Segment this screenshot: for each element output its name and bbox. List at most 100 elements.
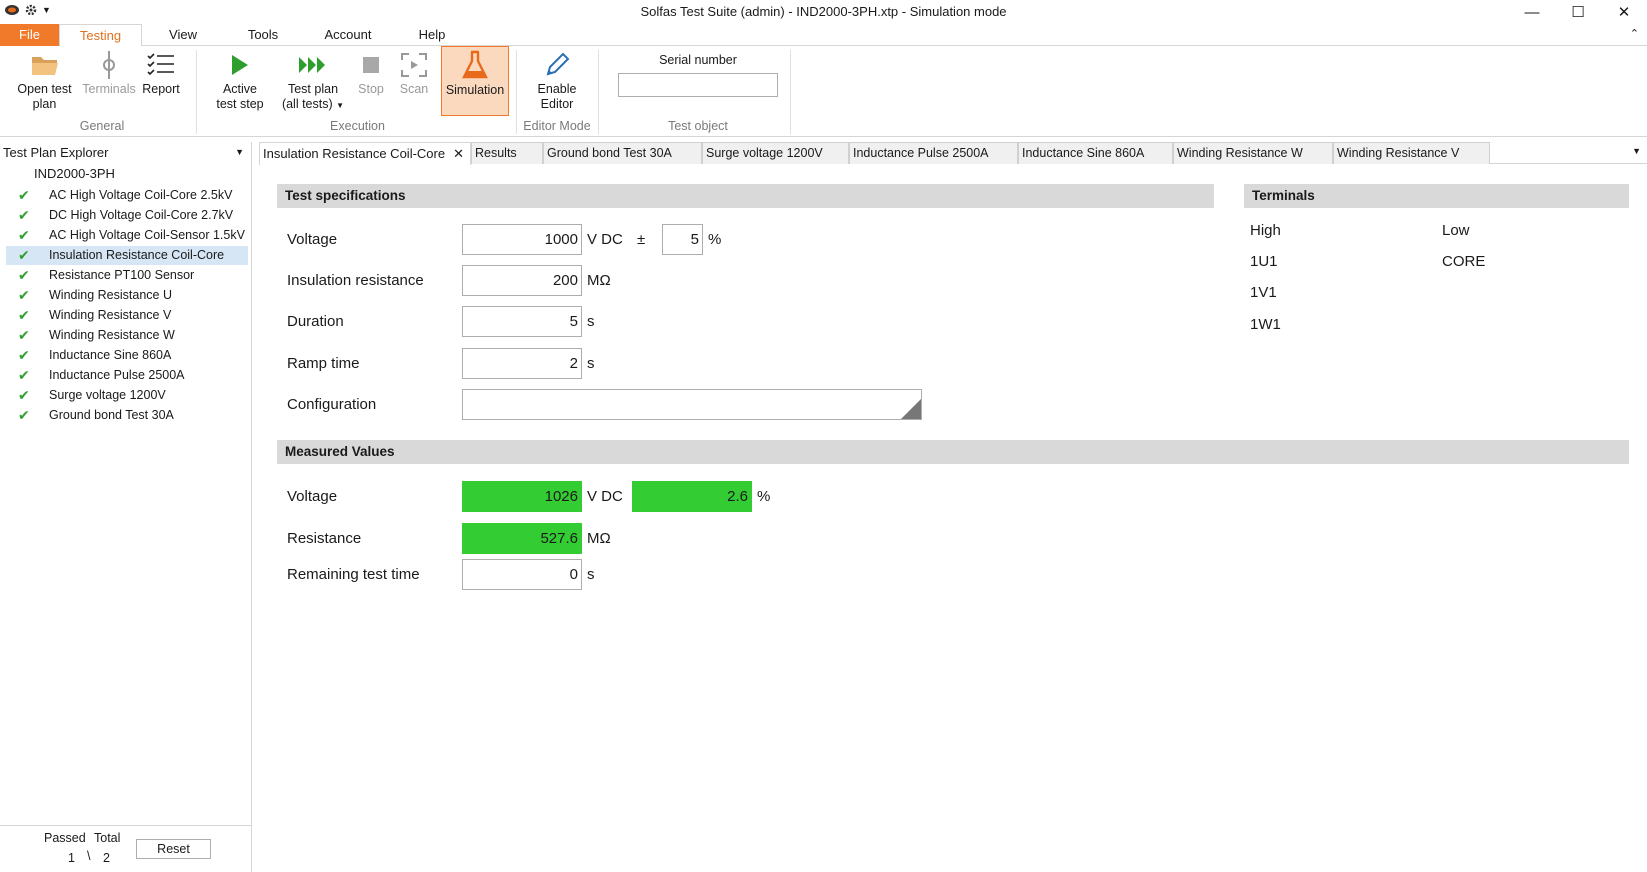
active-test-step-button[interactable]: Active test step [210, 48, 270, 116]
stop-button[interactable]: Stop [355, 48, 387, 116]
group-test-object-label: Test object [668, 119, 728, 133]
passed-count: 1 [68, 851, 75, 865]
doc-tab-inductance-sine[interactable]: Inductance Sine 860A [1018, 142, 1173, 164]
terminal-high-2: 1V1 [1250, 284, 1277, 301]
tree-item-label: Winding Resistance V [49, 308, 172, 322]
title-bar: ▼ Solfas Test Suite (admin) - IND2000-3P… [0, 0, 1647, 24]
ramp-time-input[interactable]: 2 [462, 348, 582, 379]
doc-tab-inductance-pulse[interactable]: Inductance Pulse 2500A [849, 142, 1018, 164]
test-plan-all-button[interactable]: Test plan (all tests) ▼ [278, 48, 348, 116]
reset-button[interactable]: Reset [136, 839, 211, 859]
enable-editor-label-1: Enable [537, 82, 577, 96]
total-count: 2 [103, 851, 110, 865]
close-tab-icon[interactable]: ✕ [453, 143, 464, 164]
doc-tab-winding-w[interactable]: Winding Resistance W [1173, 142, 1333, 164]
tree-item[interactable]: ✔ Winding Resistance W [6, 326, 248, 345]
doc-tab-results[interactable]: Results [471, 142, 543, 164]
tree-root[interactable]: IND2000-3PH [34, 166, 115, 181]
test-plan-label-1: Test plan [287, 82, 339, 96]
checkmark-icon: ✔ [18, 407, 30, 423]
pen-icon [543, 48, 571, 82]
tree-item[interactable]: ✔ Inductance Pulse 2500A [6, 366, 248, 385]
checkmark-icon: ✔ [18, 267, 30, 283]
minimize-button[interactable]: — [1509, 0, 1555, 24]
close-window-button[interactable]: ✕ [1601, 0, 1647, 24]
tree-item[interactable]: ✔ AC High Voltage Coil-Sensor 1.5kV [6, 226, 248, 245]
insulation-resistance-label: Insulation resistance [287, 272, 424, 289]
checkmark-icon: ✔ [18, 387, 30, 403]
checkmark-icon: ✔ [18, 347, 30, 363]
test-specifications-header: Test specifications [277, 184, 1214, 208]
terminal-low-1: CORE [1442, 253, 1486, 270]
tolerance-input[interactable]: 5 [662, 224, 703, 255]
tree-item[interactable]: ✔ Insulation Resistance Coil-Core [6, 246, 248, 265]
explorer-header[interactable]: Test Plan Explorer ▼ [3, 145, 248, 160]
insulation-resistance-unit: MΩ [587, 272, 611, 289]
tree-item[interactable]: ✔ DC High Voltage Coil-Core 2.7kV [6, 206, 248, 225]
simulation-button[interactable]: Simulation [441, 46, 509, 116]
tree-item-label: AC High Voltage Coil-Sensor 1.5kV [49, 228, 245, 242]
total-label: Total [94, 831, 121, 845]
tree-item[interactable]: ✔ Ground bond Test 30A [6, 406, 248, 425]
report-button[interactable]: Report [140, 48, 182, 116]
tree-item-label: Ground bond Test 30A [49, 408, 174, 422]
enable-editor-label-2: Editor [540, 97, 574, 111]
tab-help[interactable]: Help [410, 24, 454, 46]
terminal-plug-icon [101, 48, 117, 82]
tab-testing[interactable]: Testing [59, 24, 142, 47]
insulation-resistance-input[interactable]: 200 [462, 265, 582, 296]
test-step-content: Test specifications Voltage 1000 V DC ± … [253, 164, 1647, 872]
group-editor-mode-label: Editor Mode [523, 119, 591, 133]
maximize-button[interactable]: ☐ [1555, 0, 1601, 24]
tree-item[interactable]: ✔ Winding Resistance V [6, 306, 248, 325]
active-test-step-label-1: Active [222, 82, 258, 96]
ribbon: Open test plan Terminals Report General … [0, 46, 1647, 137]
group-execution-label: Execution [330, 119, 385, 133]
tab-account[interactable]: Account [320, 24, 376, 46]
resize-grip-icon[interactable] [901, 399, 921, 419]
spec-voltage-input[interactable]: 1000 [462, 224, 582, 255]
terminals-button[interactable]: Terminals [80, 48, 138, 116]
tree-item[interactable]: ✔ Winding Resistance U [6, 286, 248, 305]
terminal-high-3: 1W1 [1250, 316, 1281, 333]
scan-button[interactable]: Scan [397, 48, 431, 116]
tab-tools[interactable]: Tools [240, 24, 286, 46]
tree-item[interactable]: ✔ Inductance Sine 860A [6, 346, 248, 365]
tree-item[interactable]: ✔ Surge voltage 1200V [6, 386, 248, 405]
remaining-time-value: 0 [462, 559, 582, 590]
explorer-dropdown-icon[interactable]: ▼ [235, 147, 244, 157]
measured-resistance-value: 527.6 [462, 523, 582, 554]
measured-values-header: Measured Values [277, 440, 1629, 464]
stop-icon [362, 48, 380, 82]
tab-file[interactable]: File [0, 24, 59, 46]
configuration-input[interactable] [462, 389, 922, 420]
duration-input[interactable]: 5 [462, 306, 582, 337]
tab-view[interactable]: View [160, 24, 206, 46]
serial-number-input[interactable] [618, 73, 778, 97]
play-icon [230, 48, 250, 82]
doc-tab-label: Insulation Resistance Coil-Core [263, 146, 446, 161]
terminal-high-1: 1U1 [1250, 253, 1278, 270]
terminals-high-label: High [1250, 222, 1281, 239]
tree-item-label: Inductance Pulse 2500A [49, 368, 185, 382]
group-separator [598, 50, 599, 134]
doc-tab-surge-voltage[interactable]: Surge voltage 1200V [702, 142, 849, 164]
doc-tab-ground-bond[interactable]: Ground bond Test 30A [543, 142, 702, 164]
checkmark-icon: ✔ [18, 327, 30, 343]
open-test-plan-button[interactable]: Open test plan [12, 48, 77, 116]
tabs-menu-icon[interactable]: ▼ [1632, 146, 1641, 156]
tree-item[interactable]: ✔ Resistance PT100 Sensor [6, 266, 248, 285]
simulation-label: Simulation [445, 83, 505, 97]
terminals-low-label: Low [1442, 222, 1470, 239]
tree-item[interactable]: ✔ AC High Voltage Coil-Core 2.5kV [6, 186, 248, 205]
duration-label: Duration [287, 313, 344, 330]
stop-label: Stop [358, 82, 384, 96]
doc-tab-insulation-resistance[interactable]: Insulation Resistance Coil-Core ✕ [259, 142, 471, 165]
checkmark-icon: ✔ [18, 287, 30, 303]
configuration-label: Configuration [287, 396, 377, 413]
enable-editor-button[interactable]: Enable Editor [527, 48, 587, 116]
doc-tab-winding-v[interactable]: Winding Resistance V [1333, 142, 1490, 164]
tree-item-label: Winding Resistance U [49, 288, 172, 302]
spec-voltage-unit: V DC [587, 231, 623, 248]
collapse-ribbon-icon[interactable]: ⌃ [1630, 27, 1639, 40]
